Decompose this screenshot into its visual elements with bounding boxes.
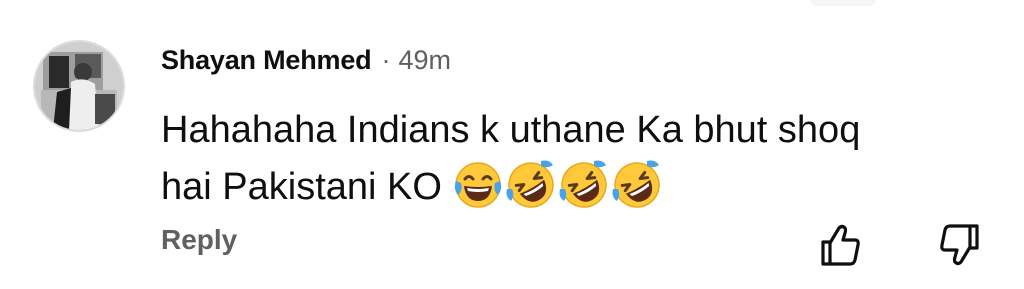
thumbs-down-icon (940, 224, 979, 266)
divider-pill (810, 0, 876, 6)
dislike-button[interactable] (935, 220, 985, 270)
comment-time: 49m (398, 44, 451, 75)
like-button[interactable] (815, 220, 865, 270)
rolling-on-floor-laughing-icon (559, 160, 607, 208)
comment-text-line-2: hai Pakistani KO (161, 166, 442, 208)
separator-dot: · (381, 44, 391, 75)
comment-header: Shayan Mehmed · 49m (161, 42, 451, 78)
rolling-on-floor-laughing-icon (612, 160, 660, 208)
avatar[interactable] (33, 40, 125, 132)
avatar-image (35, 42, 123, 130)
thumbs-up-icon (821, 224, 860, 266)
comment-text-line-2-wrapper: hai Pakistani KO (161, 159, 981, 216)
emoji-group (452, 159, 664, 211)
comment-text-line-1: Hahahaha Indians k uthane Ka bhut shoq (161, 109, 861, 151)
author-name[interactable]: Shayan Mehmed (161, 45, 372, 76)
face-with-tears-of-joy-icon (454, 162, 502, 208)
reply-button[interactable]: Reply (161, 224, 237, 256)
comment-item: Shayan Mehmed · 49m Hahahaha Indians k u… (0, 0, 1024, 289)
rolling-on-floor-laughing-icon (506, 160, 554, 208)
comment-text: Hahahaha Indians k uthane Ka bhut shoq h… (161, 102, 981, 216)
